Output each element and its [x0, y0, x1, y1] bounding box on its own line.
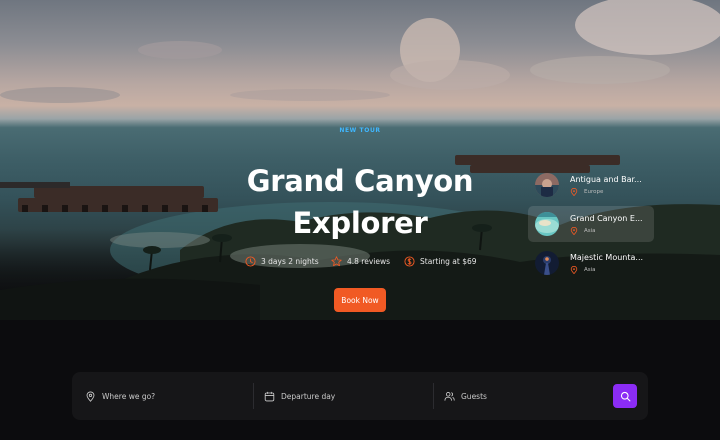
book-now-button[interactable]: Book Now	[334, 288, 386, 312]
new-tour-tag: NEW TOUR	[339, 127, 381, 134]
tour-thumbnail	[535, 173, 559, 197]
price-meta: Starting at $69	[404, 256, 477, 267]
destination-field[interactable]: Where we go?	[72, 372, 253, 420]
tour-location-text: Asia	[584, 266, 596, 273]
destination-placeholder: Where we go?	[102, 391, 156, 401]
location-pin-icon	[570, 226, 578, 235]
tour-title: Grand Canyon Explorer	[220, 160, 500, 244]
tour-location-text: Asia	[584, 227, 596, 234]
star-icon	[331, 256, 342, 267]
tour-location: Asia	[570, 265, 643, 274]
guests-field[interactable]: Guests	[434, 372, 610, 420]
tour-location: Europe	[570, 187, 642, 196]
tour-location-text: Europe	[584, 188, 604, 195]
tour-item-grand-canyon[interactable]: Grand Canyon E... Asia	[528, 206, 654, 242]
tour-title-line-1: Grand Canyon	[246, 164, 474, 198]
guests-placeholder: Guests	[461, 391, 487, 401]
reviews-text: 4.8 reviews	[347, 257, 391, 266]
location-pin-icon	[570, 187, 578, 196]
tour-meta: 3 days 2 nights 4.8 reviews Starting at …	[245, 256, 477, 267]
tour-title-line-2: Explorer	[292, 206, 428, 240]
dollar-icon	[404, 256, 415, 267]
search-bar: Where we go? Departure day Guests	[72, 372, 648, 420]
departure-placeholder: Departure day	[281, 391, 336, 401]
search-icon	[620, 391, 630, 401]
location-pin-icon	[86, 391, 95, 402]
calendar-icon	[264, 391, 275, 401]
duration-meta: 3 days 2 nights	[245, 256, 331, 267]
duration-text: 3 days 2 nights	[261, 257, 319, 266]
tour-list: Antigua and Bar... Europe Grand Canyon E…	[528, 167, 654, 284]
search-button[interactable]	[613, 384, 637, 408]
tour-name: Majestic Mounta...	[570, 252, 644, 262]
location-pin-icon	[570, 265, 578, 274]
departure-date-field[interactable]: Departure day	[254, 372, 433, 420]
clock-icon	[245, 256, 256, 267]
tour-thumbnail	[535, 251, 559, 275]
tour-location: Asia	[570, 226, 643, 235]
price-text: Starting at $69	[420, 257, 477, 266]
tour-thumbnail	[535, 212, 559, 236]
reviews-meta: 4.8 reviews	[331, 256, 404, 267]
tour-name: Antigua and Bar...	[570, 174, 642, 184]
tour-item-antigua[interactable]: Antigua and Bar... Europe	[528, 167, 654, 203]
tour-name: Grand Canyon E...	[570, 213, 643, 223]
tour-item-majestic-mountain[interactable]: Majestic Mounta... Asia	[528, 245, 654, 281]
users-icon	[444, 391, 455, 401]
